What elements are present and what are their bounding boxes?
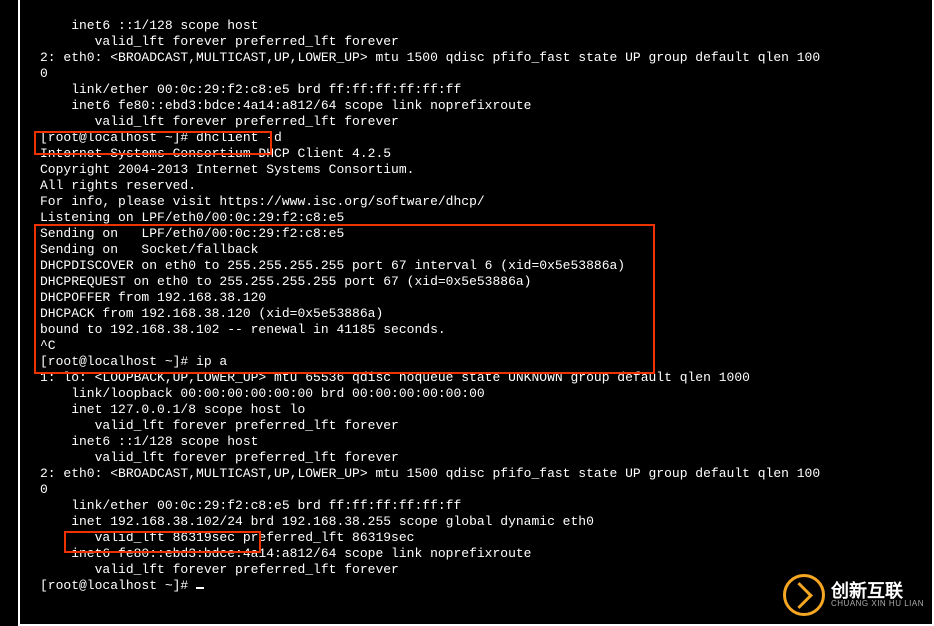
terminal-line: valid_lft forever preferred_lft forever (40, 114, 932, 130)
terminal-line: Sending on LPF/eth0/00:0c:29:f2:c8:e5 (40, 226, 932, 242)
terminal-line: inet6 ::1/128 scope host (40, 434, 932, 450)
terminal-line: inet6 fe80::ebd3:bdce:4a14:a812/64 scope… (40, 98, 932, 114)
terminal-line: DHCPREQUEST on eth0 to 255.255.255.255 p… (40, 274, 932, 290)
terminal-output[interactable]: inet6 ::1/128 scope host valid_lft forev… (18, 0, 934, 626)
terminal-line: link/ether 00:0c:29:f2:c8:e5 brd ff:ff:f… (40, 498, 932, 514)
terminal-line: valid_lft forever preferred_lft forever (40, 34, 932, 50)
terminal-line: inet6 fe80::ebd3:bdce:4a14:a812/64 scope… (40, 546, 932, 562)
terminal-line: valid_lft forever preferred_lft forever (40, 450, 932, 466)
terminal-line: 0 (40, 66, 932, 82)
terminal-line: valid_lft forever preferred_lft forever (40, 418, 932, 434)
terminal-line: link/loopback 00:00:00:00:00:00 brd 00:0… (40, 386, 932, 402)
terminal-line: DHCPOFFER from 192.168.38.120 (40, 290, 932, 306)
terminal-line: inet6 ::1/128 scope host (40, 18, 932, 34)
terminal-line: Copyright 2004-2013 Internet Systems Con… (40, 162, 932, 178)
terminal-line: Internet Systems Consortium DHCP Client … (40, 146, 932, 162)
terminal-line: [root@localhost ~]# dhclient -d (40, 130, 932, 146)
terminal-line: Listening on LPF/eth0/00:0c:29:f2:c8:e5 (40, 210, 932, 226)
terminal-line: DHCPACK from 192.168.38.120 (xid=0x5e538… (40, 306, 932, 322)
terminal-line: 0 (40, 482, 932, 498)
watermark-en: CHUANG XIN HU LIAN (831, 600, 924, 608)
terminal-line: 2: eth0: <BROADCAST,MULTICAST,UP,LOWER_U… (40, 50, 932, 66)
watermark-logo: 创新互联 CHUANG XIN HU LIAN (783, 574, 924, 616)
terminal-line: inet 192.168.38.102/24 brd 192.168.38.25… (40, 514, 932, 530)
watermark-icon (783, 574, 825, 616)
terminal-line: All rights reserved. (40, 178, 932, 194)
cursor (196, 587, 204, 589)
terminal-line: link/ether 00:0c:29:f2:c8:e5 brd ff:ff:f… (40, 82, 932, 98)
watermark-cn: 创新互联 (831, 582, 924, 600)
terminal-line: valid_lft 86319sec preferred_lft 86319se… (40, 530, 932, 546)
terminal-line: 1: lo: <LOOPBACK,UP,LOWER_UP> mtu 65536 … (40, 370, 932, 386)
watermark-text: 创新互联 CHUANG XIN HU LIAN (831, 582, 924, 608)
terminal-line: inet 127.0.0.1/8 scope host lo (40, 402, 932, 418)
terminal-line: ^C (40, 338, 932, 354)
terminal-line: [root@localhost ~]# ip a (40, 354, 932, 370)
terminal-line: DHCPDISCOVER on eth0 to 255.255.255.255 … (40, 258, 932, 274)
terminal-line: Sending on Socket/fallback (40, 242, 932, 258)
terminal-line: bound to 192.168.38.102 -- renewal in 41… (40, 322, 932, 338)
terminal-line: 2: eth0: <BROADCAST,MULTICAST,UP,LOWER_U… (40, 466, 932, 482)
terminal-line: For info, please visit https://www.isc.o… (40, 194, 932, 210)
